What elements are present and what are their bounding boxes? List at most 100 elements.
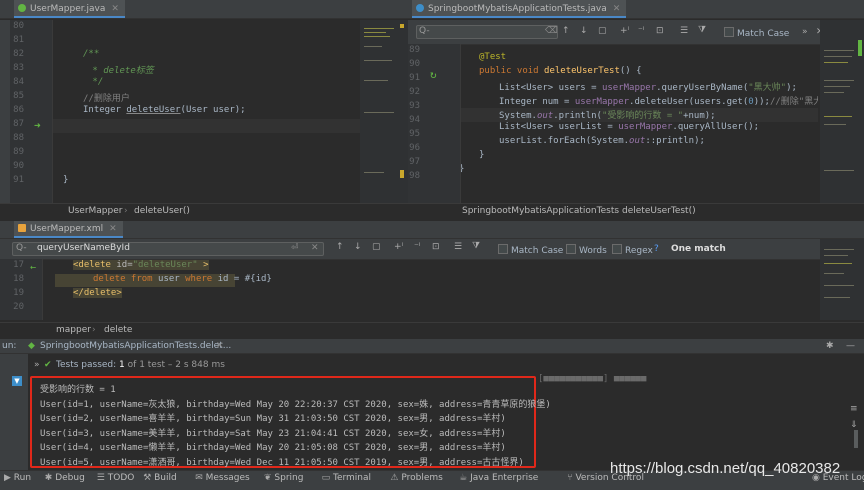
words-checkbox[interactable]: Words — [566, 244, 607, 256]
code-line: public void deleteUserTest() { — [479, 66, 642, 76]
terminal-tool-button[interactable]: ▭ Terminal — [322, 473, 371, 483]
line-number: 88 — [13, 133, 24, 143]
tab-tests-java[interactable]: SpringbootMybatisApplicationTests.java ✕ — [412, 0, 627, 18]
run-tool-button[interactable]: ▶ Run — [4, 473, 31, 483]
sort-icon[interactable]: ☰ — [680, 26, 688, 36]
problems-tool-button[interactable]: ⚠ Problems — [390, 473, 442, 483]
watermark: https://blog.csdn.net/qq_40820382 — [610, 460, 841, 477]
line-number: 92 — [409, 87, 420, 97]
navigate-arrow-icon[interactable]: ← — [30, 262, 36, 273]
run-panel-header: un: ◆ SpringbootMybatisApplicationTests.… — [0, 339, 864, 354]
code-line: } — [479, 150, 485, 160]
expand-icon[interactable]: » — [34, 358, 40, 372]
left-minimap[interactable] — [360, 20, 408, 203]
console-line: 受影响的行数 = 1 — [40, 385, 116, 395]
change-marker — [858, 40, 862, 56]
right-minimap[interactable] — [820, 20, 864, 203]
line-number: 90 — [13, 161, 24, 171]
match-count: One match — [671, 244, 726, 254]
remove-occurrence-icon[interactable]: ⁻ⁱ — [638, 26, 644, 36]
breadcrumb-item[interactable]: SpringbootMybatisApplicationTests — [462, 204, 619, 218]
select-occurrence-icon[interactable]: ⊡ — [656, 26, 664, 36]
previous-occurrence-icon[interactable]: ↑ — [562, 26, 570, 36]
messages-icon: ✉ — [195, 473, 203, 483]
xml-minimap[interactable] — [820, 239, 864, 320]
breadcrumb-item[interactable]: deleteUserTest() — [622, 204, 696, 218]
tab-usermapper-xml[interactable]: UserMapper.xml ✕ — [14, 221, 123, 238]
code-line: } — [461, 164, 464, 174]
regex-checkbox[interactable]: Regex — [612, 244, 653, 256]
java-enterprise-tool-button[interactable]: ☕ Java Enterprise — [459, 473, 538, 483]
previous-occurrence-icon[interactable]: ↑ — [336, 242, 344, 252]
left-code-area[interactable]: /** * delete标签 */ //删除用户 Integer deleteUse… — [53, 20, 360, 203]
select-all-occurrences-icon[interactable]: ▢ — [372, 242, 381, 252]
tab-usermapper-java[interactable]: UserMapper.java ✕ — [14, 0, 125, 18]
current-line-highlight — [53, 119, 360, 133]
breadcrumb-item[interactable]: UserMapper — [68, 204, 122, 218]
todo-tool-button[interactable]: ☰ TODO — [97, 473, 135, 483]
match-case-checkbox[interactable]: Match Case — [498, 244, 563, 256]
remove-occurrence-icon[interactable]: ⁻ⁱ — [414, 242, 420, 252]
console-output[interactable]: [■■■■■■■■■■■] ■■■■■■ 受影响的行数 = 1 User(id=1… — [28, 374, 848, 468]
console-scroll-fade: [■■■■■■■■■■■] ■■■■■■ — [538, 374, 647, 384]
close-icon[interactable]: ✕ — [216, 339, 224, 353]
next-occurrence-icon[interactable]: ↓ — [354, 242, 362, 252]
line-number: 83 — [13, 63, 24, 73]
next-occurrence-icon[interactable]: ↓ — [580, 26, 588, 36]
breadcrumb-item[interactable]: deleteUser() — [134, 204, 190, 218]
xml-breadcrumb: mapper › delete — [0, 322, 864, 337]
breadcrumb-separator: › — [614, 206, 618, 216]
add-occurrence-icon[interactable]: +ⁱ — [620, 26, 629, 36]
code-line: * delete标签 — [87, 66, 154, 76]
spring-tool-button[interactable]: ❦ Spring — [264, 473, 303, 483]
filter-icon[interactable]: ⧩ — [472, 241, 480, 251]
scrollbar[interactable] — [854, 430, 858, 448]
breadcrumb-item[interactable]: mapper — [56, 323, 91, 337]
gear-icon[interactable]: ✱ — [826, 339, 834, 353]
minimize-icon[interactable]: — — [846, 339, 855, 353]
clear-icon[interactable]: ⌫ — [545, 26, 558, 36]
sort-icon[interactable]: ☰ — [454, 242, 462, 252]
newline-icon[interactable]: ⏎ — [291, 243, 299, 253]
scroll-end-icon[interactable]: ⇓ — [850, 420, 858, 430]
right-code-area[interactable]: @Test public void deleteUserTest() {List<… — [461, 44, 818, 203]
close-icon[interactable]: ✕ — [613, 4, 621, 14]
code-line: //删除用户 — [83, 94, 130, 104]
regex-help-link[interactable]: ? — [654, 244, 659, 254]
clear-icon[interactable]: ✕ — [311, 243, 319, 253]
close-icon[interactable]: ✕ — [111, 4, 119, 14]
messages-tool-button[interactable]: ✉ Messages — [195, 473, 250, 483]
add-occurrence-icon[interactable]: +ⁱ — [394, 242, 403, 252]
debug-tool-button[interactable]: ✱ Debug — [45, 473, 85, 483]
code-line: delete from user where id = #{id} — [93, 274, 272, 284]
code-line: System.out.println("受影响的行数 = "+num); — [499, 111, 716, 121]
line-number: 94 — [409, 115, 420, 125]
match-case-checkbox[interactable]: Match Case — [724, 27, 789, 39]
code-line: List<User> users = userMapper.queryUserB… — [499, 83, 797, 93]
test-config-icon: ◆ — [28, 341, 35, 351]
close-icon[interactable]: ✕ — [109, 224, 117, 234]
code-line: List<User> userList = userMapper.queryAl… — [499, 122, 760, 132]
select-occurrence-icon[interactable]: ⊡ — [432, 242, 440, 252]
search-icon: Q- — [16, 243, 27, 253]
wrap-icon[interactable]: ≡ — [850, 404, 858, 414]
line-number: 18 — [13, 274, 24, 284]
line-number: 97 — [409, 157, 420, 167]
run-config-tab[interactable]: SpringbootMybatisApplicationTests.delet.… — [40, 339, 231, 353]
line-number: 95 — [409, 129, 420, 139]
filter-icon[interactable]: ⧩ — [698, 25, 706, 35]
test-tree-icon[interactable]: ▼ — [12, 376, 22, 386]
implementation-arrow-icon[interactable]: ➜ — [34, 119, 41, 132]
right-search-input[interactable]: Q- ⌫ — [416, 25, 558, 39]
run-test-icon[interactable]: ↻ — [430, 68, 437, 81]
more-options-icon[interactable]: » — [802, 27, 808, 37]
breadcrumb-item[interactable]: delete — [104, 323, 132, 337]
line-number: 81 — [13, 35, 24, 45]
select-all-occurrences-icon[interactable]: ▢ — [598, 26, 607, 36]
code-line: /** — [83, 49, 100, 59]
right-tab-bar: SpringbootMybatisApplicationTests.java ✕ — [408, 0, 864, 19]
todo-icon: ☰ — [96, 473, 105, 483]
xml-search-input[interactable]: Q- queryUserNameById ⏎ ✕ — [12, 242, 324, 256]
xml-code-area[interactable]: <delete id="deleteUser" > delete from us… — [55, 259, 820, 320]
build-tool-button[interactable]: ⚒ Build — [143, 473, 177, 483]
